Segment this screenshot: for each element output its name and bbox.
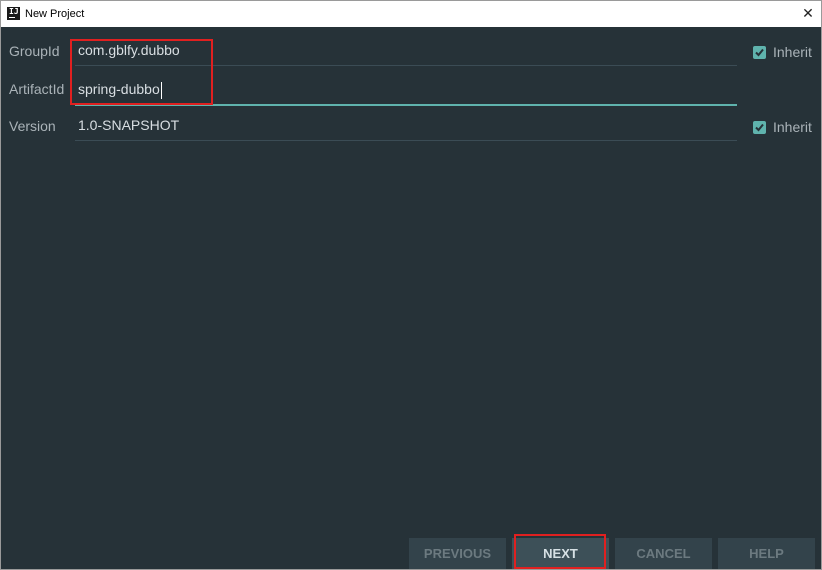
version-row: Version Inherit [1,106,821,144]
previous-button[interactable]: PREVIOUS [409,538,506,569]
version-label: Version [9,118,56,134]
cancel-button[interactable]: CANCEL [615,538,712,569]
next-button[interactable]: NEXT [512,538,609,569]
checkmark-icon [755,48,764,56]
artifactid-row: ArtifactId [1,69,821,107]
text-caret [161,82,162,99]
groupid-field-wrapper [75,35,737,67]
groupid-row: GroupId Inherit [1,31,821,69]
groupid-inherit-toggle[interactable]: Inherit [753,44,812,60]
window-title: New Project [25,8,85,20]
artifactid-input[interactable] [75,73,737,106]
close-icon[interactable]: ✕ [799,4,817,24]
help-button[interactable]: HELP [718,538,815,569]
button-bar: PREVIOUS NEXT CANCEL HELP [1,533,821,569]
form-area: GroupId Inherit ArtifactId [1,27,821,531]
artifactid-field-wrapper [75,73,737,106]
groupid-label: GroupId [9,43,60,59]
version-inherit-toggle[interactable]: Inherit [753,119,812,135]
checkmark-icon [755,123,764,131]
version-inherit-checkbox[interactable] [753,120,766,134]
groupid-inherit-checkbox[interactable] [753,45,766,59]
intellij-app-icon: IJ [7,7,20,20]
version-input[interactable] [75,110,737,141]
new-project-dialog: IJ New Project ✕ GroupId Inherit Artifac… [0,0,822,570]
groupid-input[interactable] [75,35,737,66]
artifactid-label: ArtifactId [9,81,65,97]
groupid-inherit-label: Inherit [773,44,812,60]
version-inherit-label: Inherit [773,119,812,135]
version-field-wrapper [75,110,737,142]
title-bar: IJ New Project ✕ [1,1,821,27]
